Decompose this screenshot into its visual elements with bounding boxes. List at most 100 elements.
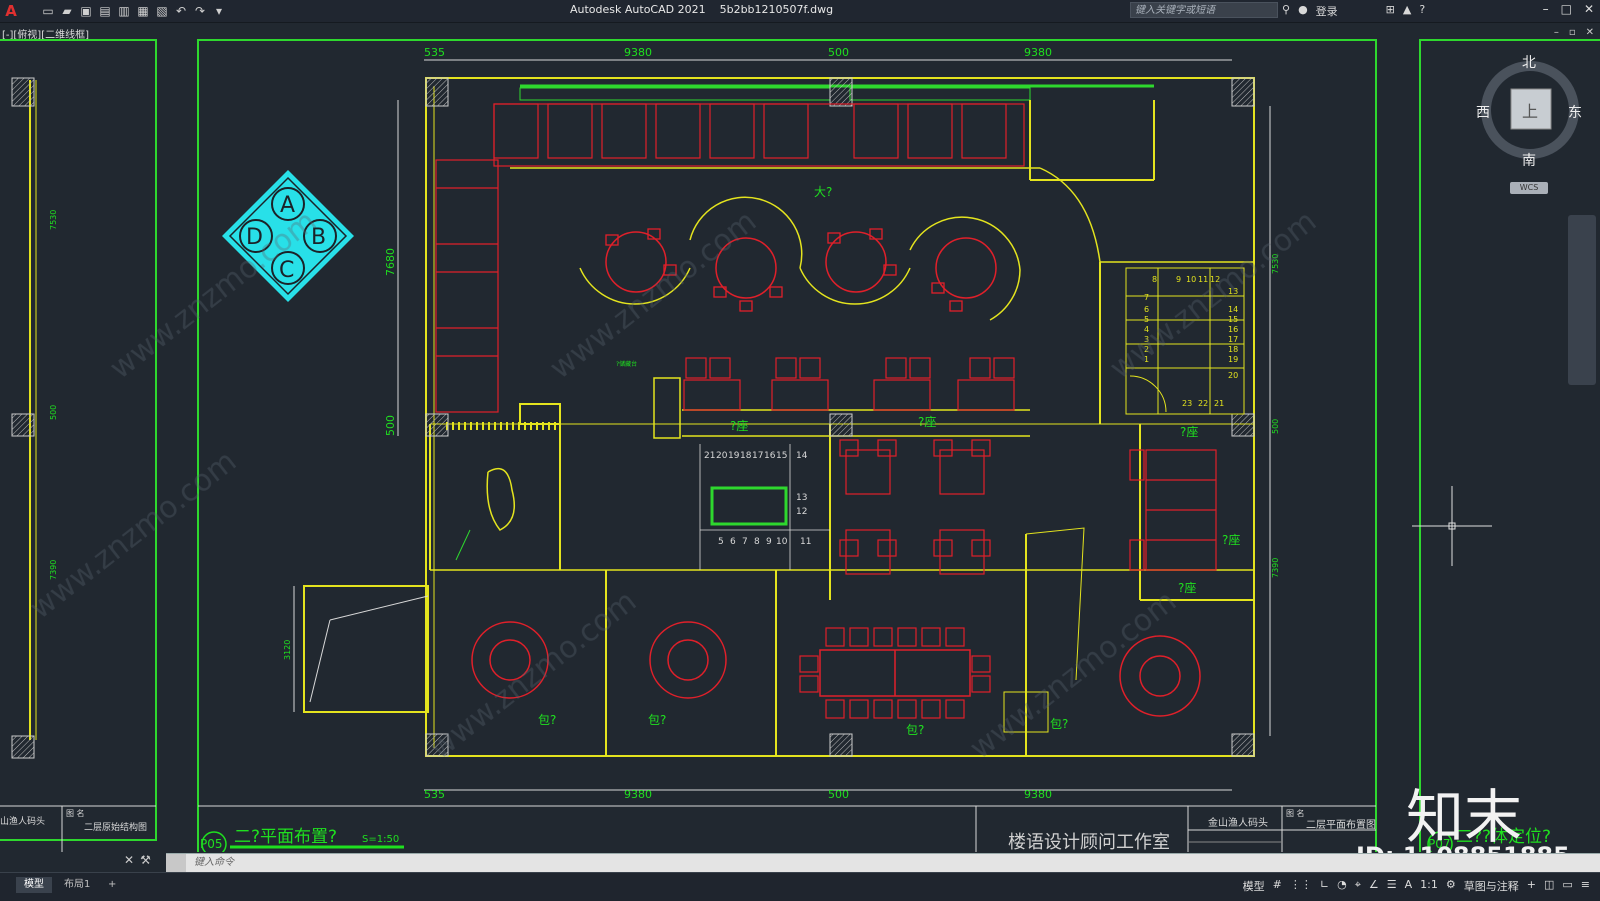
command-icon[interactable] (166, 854, 186, 872)
print-icon[interactable]: ▧ (154, 4, 170, 18)
minimize-icon[interactable]: – (1543, 2, 1549, 16)
saveas-icon[interactable]: ▤ (97, 4, 113, 18)
stair-l-15: 15 (776, 451, 787, 461)
lineweight-icon[interactable]: ☰ (1387, 878, 1397, 894)
stair-l-13: 13 (796, 493, 807, 503)
plot-preview-icon[interactable]: ▦ (135, 4, 151, 18)
client-name: 金山渔人码头 (1208, 816, 1268, 829)
seat-label-1: ?座 (730, 418, 748, 433)
publish-icon[interactable]: ▥ (116, 4, 132, 18)
annotation-icon[interactable]: A (1405, 878, 1413, 894)
customize-icon[interactable]: ⚒ (140, 853, 151, 867)
stair-u-16: 16 (1228, 325, 1238, 334)
wcs-button[interactable]: WCS (1510, 182, 1548, 194)
sheet-name: 二层平面布置图 (1306, 819, 1376, 831)
osnap-icon[interactable]: ⌖ (1355, 878, 1361, 894)
open-icon[interactable]: ▰ (59, 4, 75, 18)
navigation-bar[interactable] (1568, 215, 1596, 385)
app-name: Autodesk AutoCAD 2021 (570, 3, 706, 16)
add-layout-button[interactable]: + (100, 877, 124, 893)
polar-icon[interactable]: ◔ (1337, 878, 1347, 894)
stair-l-20: 20 (716, 451, 728, 461)
studio-name: 楼语设计顾问工作室 (1008, 832, 1170, 852)
dim-top-2: 9380 (624, 46, 652, 59)
close-icon[interactable]: ✕ (1584, 2, 1594, 16)
gear-icon[interactable]: ⚙ (1446, 878, 1456, 894)
ortho-icon[interactable]: ∟ (1320, 878, 1329, 894)
cart-icon[interactable]: ⊞ (1386, 3, 1395, 19)
annotation-scale[interactable]: 1:1 (1420, 878, 1438, 894)
viewcube[interactable]: 北 南 西 东 上 (1476, 55, 1582, 169)
tab-layout1[interactable]: 布局1 (56, 877, 98, 893)
isolate-icon[interactable]: ◫ (1544, 878, 1554, 894)
viewcube-top[interactable]: 上 (1522, 98, 1538, 122)
model-space-button[interactable]: 模型 (1243, 878, 1265, 894)
file-name: 5b2bb1210507f.dwg (719, 3, 834, 16)
workspace-switch[interactable]: 草图与注释 (1464, 878, 1519, 894)
stair-u-22: 22 (1198, 399, 1208, 408)
dim-left-1: 7680 (384, 248, 397, 276)
autocad-logo-icon[interactable]: A (2, 2, 20, 20)
window-controls: – □ ✕ (1543, 2, 1594, 16)
stair-l-9: 9 (766, 537, 772, 547)
maximize-icon[interactable]: □ (1561, 2, 1572, 16)
room-label-4: 包? (1050, 717, 1068, 731)
dim-top-4: 9380 (1024, 46, 1052, 59)
seat-label-3: ?座 (1180, 424, 1198, 439)
new-icon[interactable]: ▭ (40, 4, 56, 18)
plan-title: 二?平面布置? (234, 827, 337, 847)
command-input[interactable]: 键入命令 (194, 854, 234, 872)
left-sheet: 7530 500 7390 山渔人码头 图 名 二层原始结构图 (0, 39, 157, 852)
help-icon[interactable]: ? (1419, 3, 1425, 19)
search-icon[interactable]: ⚲ (1282, 3, 1290, 19)
dropdown-icon[interactable]: ▾ (211, 4, 227, 18)
redo-icon[interactable]: ↷ (192, 4, 208, 18)
watermark-layer: www.znzmo.com www.znzmo.com www.znzmo.co… (23, 204, 1323, 766)
storage-label: ?储藏台 (616, 360, 637, 368)
stair-l-16: 16 (764, 451, 776, 461)
save-icon[interactable]: ▣ (78, 4, 94, 18)
close-command-icon[interactable]: ✕ (124, 853, 134, 867)
grid-icon[interactable]: # (1273, 878, 1282, 894)
fullscreen-icon[interactable]: ▭ (1562, 878, 1572, 894)
main-sheet-frame: 楼语设计顾问工作室 金山渔人码头 图 名 二层平面布置图 P05 二?平面布置?… (197, 39, 1377, 852)
stair-u-20: 20 (1228, 371, 1238, 380)
watermark-6: www.znzmo.com (963, 584, 1183, 766)
search-input[interactable]: 键入关键字或短语 (1130, 2, 1278, 18)
room-label-1: 包? (538, 713, 556, 727)
title-bar: A ▭ ▰ ▣ ▤ ▥ ▦ ▧ ↶ ↷ ▾ Autodesk AutoCAD 2… (0, 0, 1600, 23)
login-link[interactable]: 登录 (1316, 3, 1338, 19)
menu-icon[interactable]: ≡ (1581, 878, 1590, 894)
title-right-tools: ⚲ ● 登录 ⊞ ▲ ? (1282, 3, 1425, 19)
otrack-icon[interactable]: ∠ (1369, 878, 1379, 894)
dim-right-3: 7390 (1271, 558, 1280, 578)
viewcube-west[interactable]: 西 (1476, 102, 1490, 122)
stair-l-18: 18 (740, 451, 752, 461)
viewcube-east[interactable]: 东 (1568, 102, 1582, 122)
drawing-canvas[interactable]: 7530 500 7390 山渔人码头 图 名 二层原始结构图 楼语设计顾问工作… (0, 22, 1600, 852)
stair-u-15: 15 (1228, 315, 1238, 324)
stair-l-12: 12 (796, 507, 807, 517)
viewcube-north[interactable]: 北 (1522, 52, 1536, 72)
viewcube-south[interactable]: 南 (1522, 150, 1536, 170)
dim-bottom-1: 535 (424, 788, 445, 801)
user-icon[interactable]: ● (1298, 3, 1308, 19)
snap-icon[interactable]: ⋮⋮ (1290, 878, 1312, 894)
stair-l-8: 8 (754, 537, 760, 547)
tab-model[interactable]: 模型 (16, 877, 52, 893)
watermark-5: www.znzmo.com (423, 584, 643, 766)
stair-lower-numbers: 21 20 19 18 17 16 15 14 13 12 5 6 7 8 9 … (704, 451, 811, 547)
undo-icon[interactable]: ↶ (173, 4, 189, 18)
left-dim-2: 500 (49, 405, 58, 420)
plan-scale: S=1:50 (362, 834, 399, 845)
stair-l-5: 5 (718, 537, 724, 547)
command-line[interactable]: 键入命令 (166, 853, 1600, 872)
stair-l-14: 14 (796, 451, 808, 461)
hall-label: 大? (814, 185, 832, 199)
stair-u-6: 6 (1144, 305, 1149, 314)
a360-icon[interactable]: ▲ (1403, 3, 1411, 19)
stair-l-11: 11 (800, 537, 811, 547)
dim-top-3: 500 (828, 46, 849, 59)
stair-u-10: 10 (1186, 275, 1196, 284)
plus-icon[interactable]: + (1527, 878, 1536, 894)
